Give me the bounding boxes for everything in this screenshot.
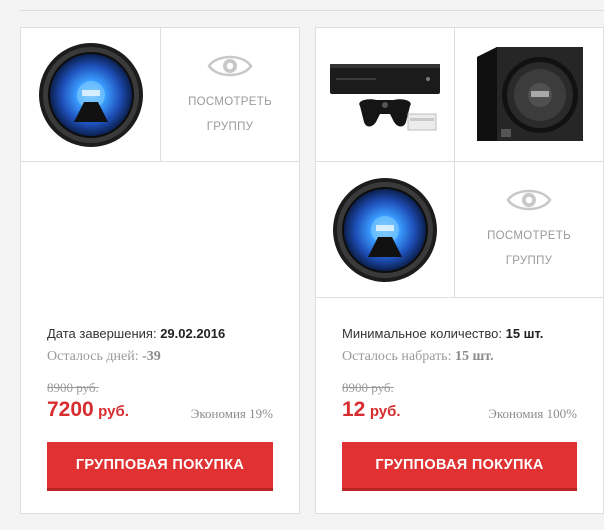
min-qty-value: 15 шт.: [505, 326, 544, 341]
min-qty-label: Минимальное количество:: [342, 326, 506, 341]
subwoofer-speaker-image: [38, 42, 143, 147]
economy-label: Экономия 19%: [190, 406, 273, 421]
price-currency: руб.: [98, 403, 129, 420]
remaining-label: Осталось набрать:: [342, 349, 455, 364]
old-price: 8900 руб.: [342, 380, 394, 395]
end-date-label: Дата завершения:: [47, 326, 161, 341]
group-buy-card: ПОСМОТРЕТЬ ГРУППУ Минимальное количество…: [315, 27, 604, 514]
game-console-image: [330, 63, 440, 130]
view-group-link[interactable]: ПОСМОТРЕТЬ ГРУППУ: [455, 162, 603, 298]
product-thumb[interactable]: [21, 28, 161, 162]
view-group-label-line1: ПОСМОТРЕТЬ: [188, 96, 272, 108]
group-buy-card: ПОСМОТРЕТЬ ГРУППУ Дата завершения: 29.02…: [20, 27, 300, 514]
deal-info: Минимальное количество: 15 шт. Осталось …: [342, 326, 577, 365]
group-buy-button[interactable]: ГРУППОВАЯ ПОКУПКА: [342, 442, 577, 491]
current-price: 12 руб.: [342, 398, 401, 422]
deal-info: Дата завершения: 29.02.2016 Осталось дне…: [47, 326, 273, 365]
view-group-label-line2: ГРУППУ: [206, 121, 254, 133]
view-group-link[interactable]: ПОСМОТРЕТЬ ГРУППУ: [161, 28, 299, 162]
price-amount: 12: [342, 398, 366, 421]
view-group-label-line1: ПОСМОТРЕТЬ: [487, 230, 571, 242]
eye-icon: [207, 55, 253, 77]
product-thumb[interactable]: [316, 28, 455, 162]
days-left-value: -39: [142, 349, 161, 364]
eye-icon: [506, 189, 552, 211]
remaining-value: 15 шт.: [454, 349, 494, 364]
product-thumb[interactable]: [316, 162, 455, 298]
group-buy-button[interactable]: ГРУППОВАЯ ПОКУПКА: [47, 442, 273, 491]
subwoofer-box-image: [477, 46, 583, 141]
end-date-value: 29.02.2016: [160, 326, 226, 341]
price-amount: 7200: [47, 398, 94, 421]
economy-label: Экономия 100%: [488, 406, 577, 421]
current-price: 7200 руб.: [47, 398, 129, 422]
old-price: 8900 руб.: [47, 380, 99, 395]
days-left-label: Осталось дней:: [47, 349, 143, 364]
subwoofer-speaker-image: [333, 177, 437, 282]
top-divider: [20, 10, 604, 11]
view-group-label-line2: ГРУППУ: [505, 255, 553, 267]
product-thumb[interactable]: [455, 28, 603, 162]
price-currency: руб.: [369, 403, 401, 420]
